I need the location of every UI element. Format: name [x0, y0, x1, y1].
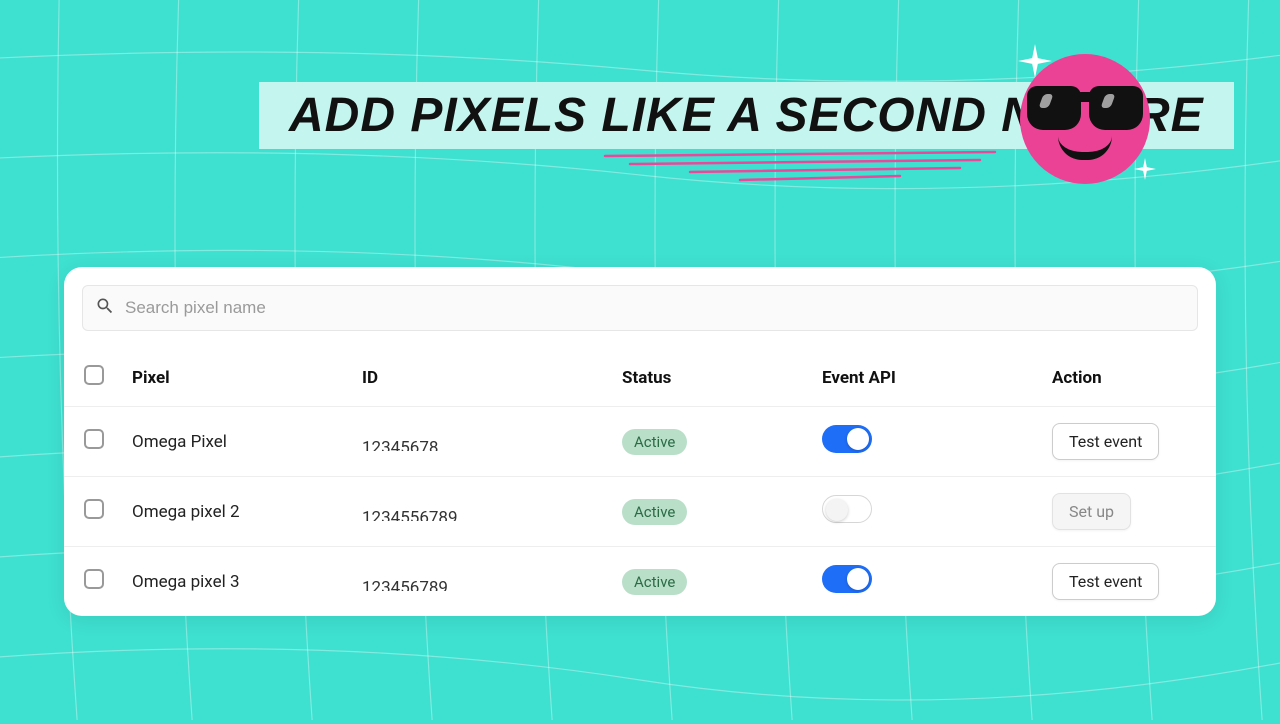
select-all-checkbox[interactable] — [84, 365, 104, 385]
pixel-id: 123456789 — [362, 573, 594, 591]
event-api-toggle[interactable] — [822, 495, 872, 523]
col-header-status: Status — [608, 349, 808, 407]
col-header-action: Action — [1038, 349, 1216, 407]
underline-scribble — [600, 148, 1000, 188]
col-header-api: Event API — [808, 349, 1038, 407]
row-checkbox[interactable] — [84, 499, 104, 519]
row-checkbox[interactable] — [84, 569, 104, 589]
status-badge: Active — [622, 429, 687, 455]
row-checkbox[interactable] — [84, 429, 104, 449]
status-badge: Active — [622, 569, 687, 595]
pixels-card: Pixel ID Status Event API Action Omega P… — [64, 267, 1216, 616]
pixel-id: 1234556789 — [362, 503, 594, 521]
search-icon — [95, 296, 115, 320]
table-row: Omega pixel 3 123456789 Active Test even… — [64, 547, 1216, 617]
table-row: Omega Pixel 12345678 Active Test event — [64, 407, 1216, 477]
event-api-toggle[interactable] — [822, 565, 872, 593]
test-event-button[interactable]: Test event — [1052, 563, 1159, 600]
col-header-pixel: Pixel — [118, 349, 348, 407]
pixel-name: Omega Pixel — [132, 432, 227, 452]
pixels-table: Pixel ID Status Event API Action Omega P… — [64, 349, 1216, 616]
smile-icon — [1058, 136, 1112, 160]
event-api-toggle[interactable] — [822, 425, 872, 453]
cool-emoji-badge — [1020, 54, 1150, 184]
set-up-button[interactable]: Set up — [1052, 493, 1131, 530]
status-badge: Active — [622, 499, 687, 525]
search-input[interactable] — [125, 298, 1185, 318]
test-event-button[interactable]: Test event — [1052, 423, 1159, 460]
table-row: Omega pixel 2 1234556789 Active Set up — [64, 477, 1216, 547]
sunglasses-icon — [1019, 86, 1151, 132]
col-header-id: ID — [348, 349, 608, 407]
pixel-name: Omega pixel 2 — [132, 502, 240, 522]
pixel-name: Omega pixel 3 — [132, 572, 240, 592]
search-bar[interactable] — [82, 285, 1198, 331]
pixel-id: 12345678 — [362, 433, 594, 451]
